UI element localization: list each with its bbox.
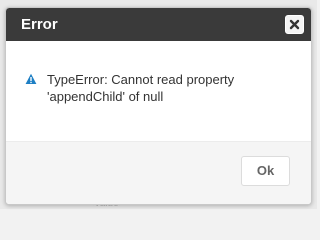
close-button[interactable] xyxy=(285,15,304,34)
error-message: TypeError: Cannot read property 'appendC… xyxy=(47,71,297,105)
close-icon xyxy=(289,19,300,30)
dialog-footer: Ok xyxy=(6,141,311,204)
error-message-line-1: TypeError: Cannot read property xyxy=(47,72,235,87)
dialog-body: TypeError: Cannot read property 'appendC… xyxy=(6,41,311,141)
error-dialog: Error TypeError: Cannot read property 'a… xyxy=(5,7,312,205)
warning-icon xyxy=(25,73,37,84)
ok-button[interactable]: Ok xyxy=(241,156,290,186)
dialog-titlebar: Error xyxy=(6,8,311,41)
dialog-title: Error xyxy=(21,16,58,33)
error-message-line-2: 'appendChild' of null xyxy=(47,89,164,104)
